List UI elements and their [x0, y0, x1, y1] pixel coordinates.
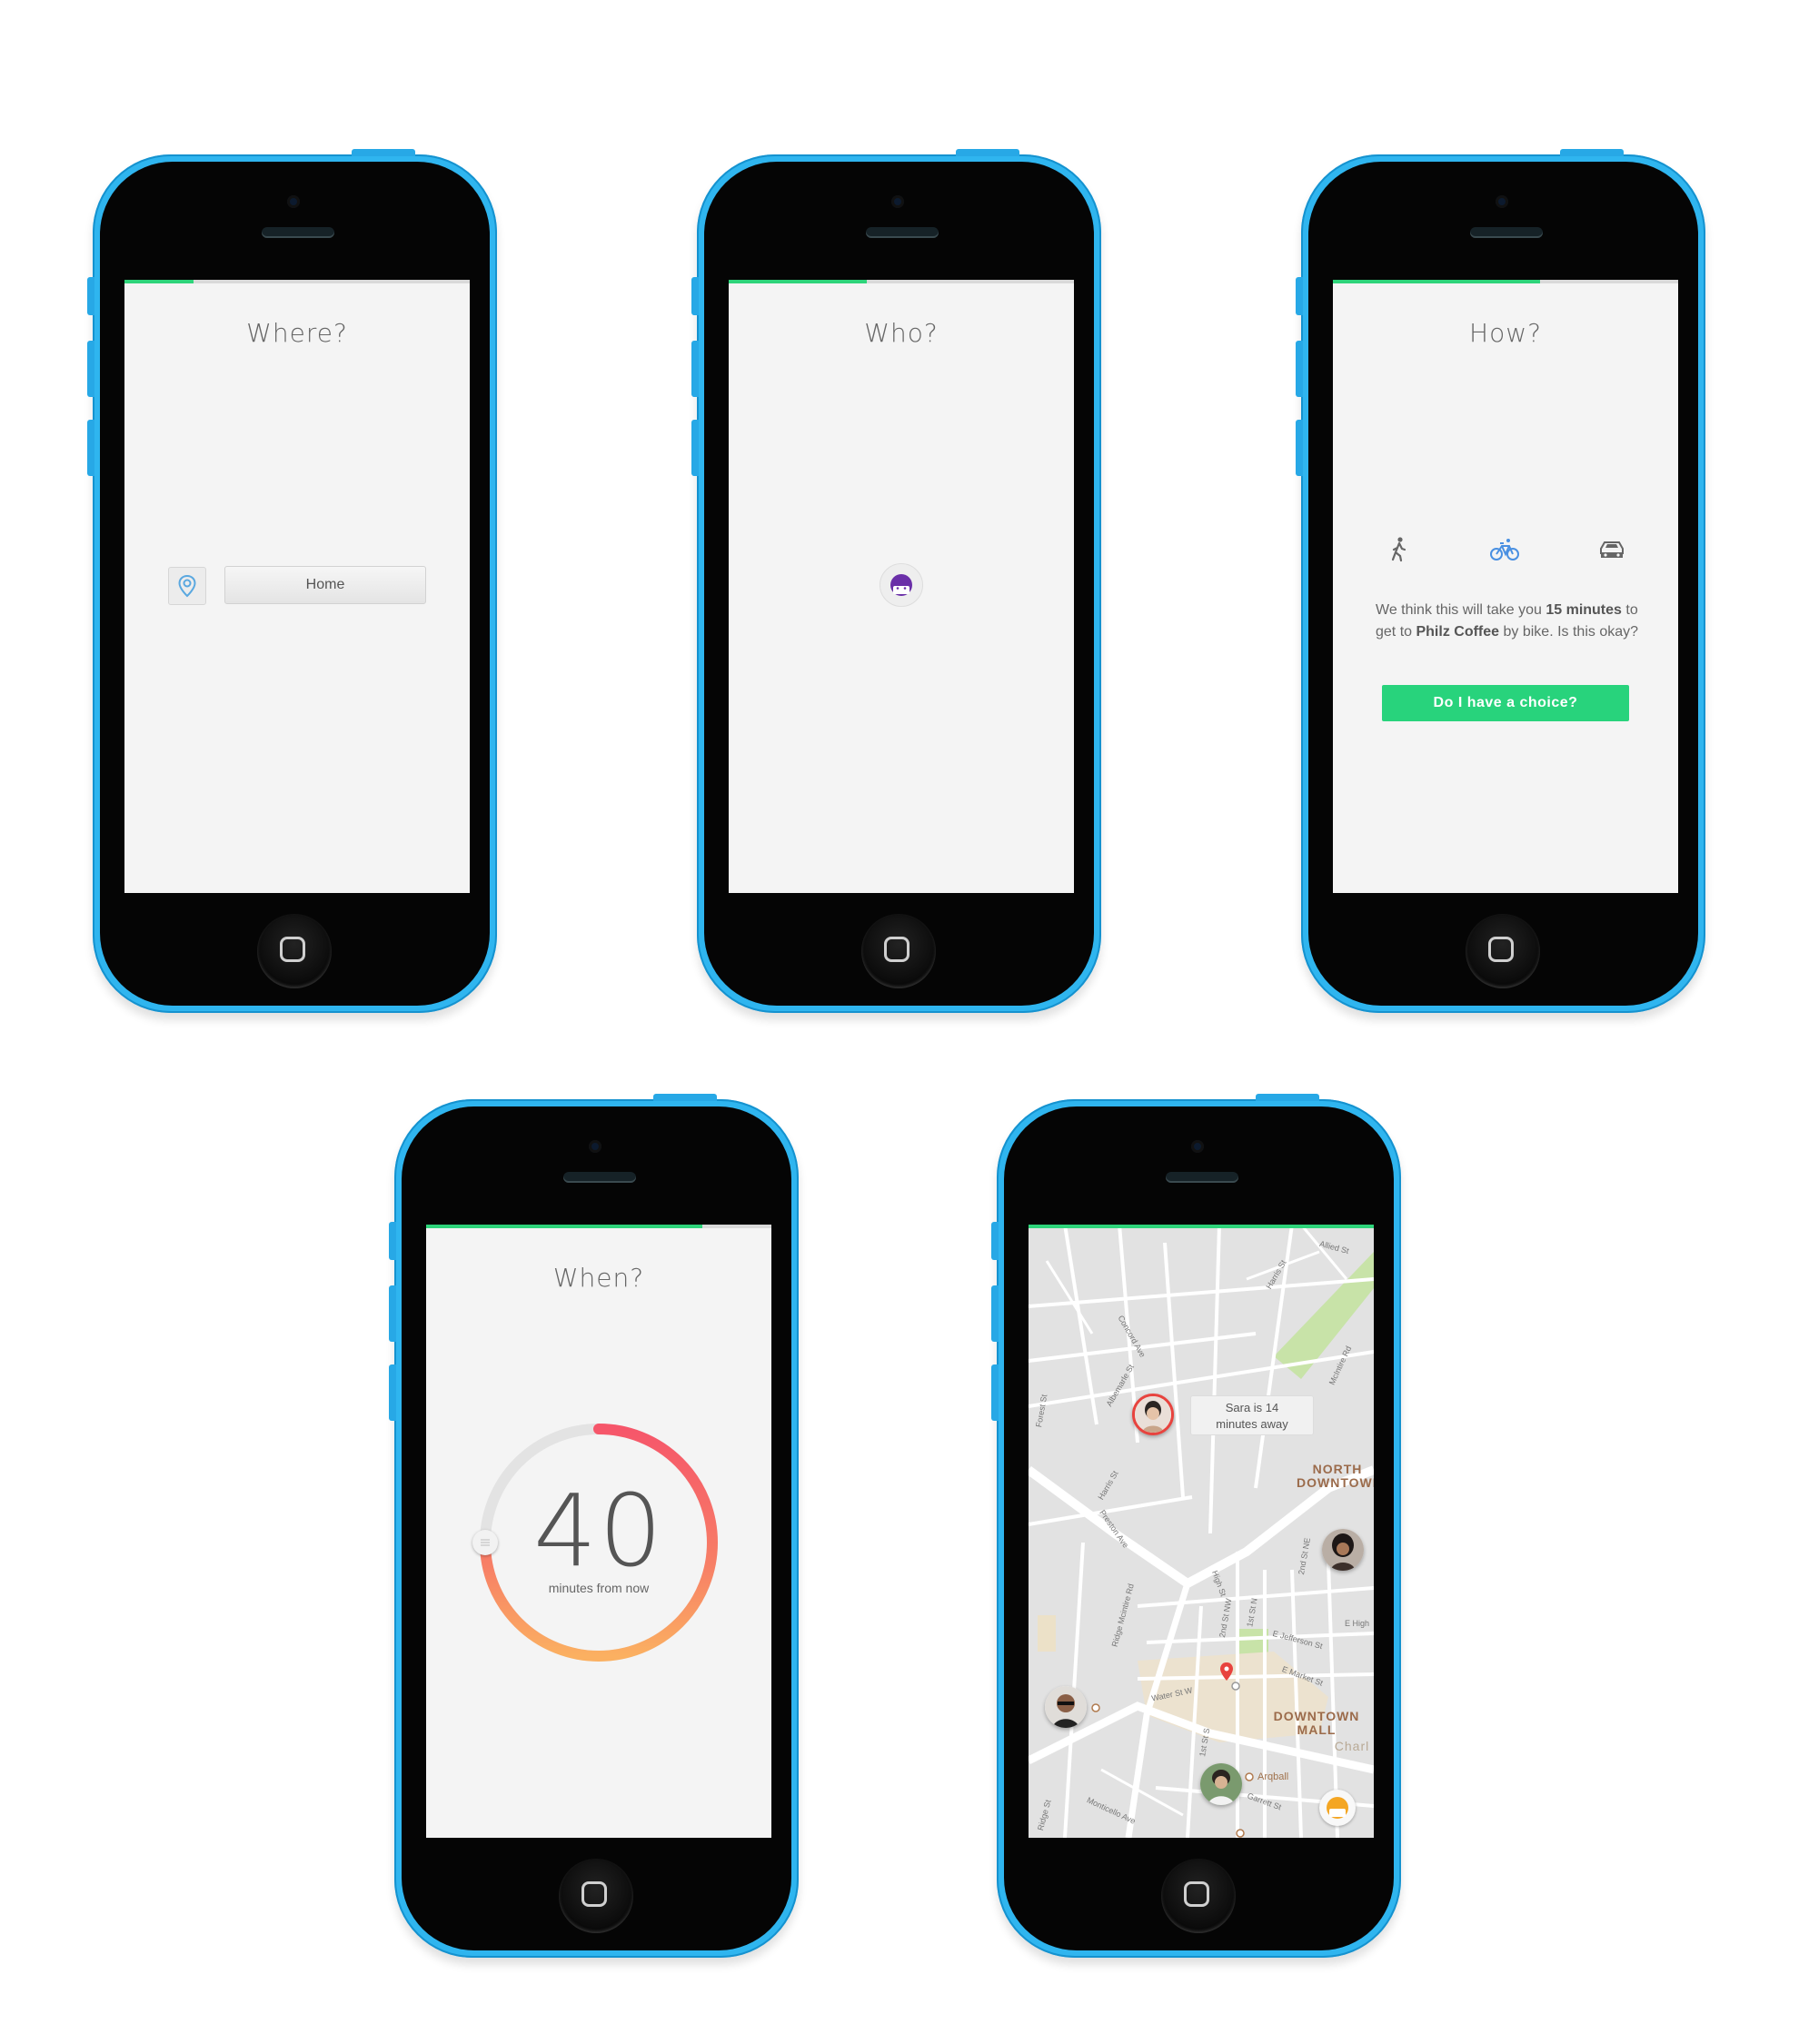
choice-button[interactable]: Do I have a choice?: [1382, 685, 1629, 721]
my-location-button[interactable]: [1319, 1790, 1356, 1826]
progress-bar: [1029, 1225, 1374, 1228]
where-screen: Where? Home: [124, 280, 470, 893]
power-button: [956, 149, 1019, 156]
progress-fill: [1333, 280, 1540, 283]
phone-when: When? 40 minutes from now: [389, 1094, 799, 1958]
home-button[interactable]: [257, 914, 332, 988]
friend-avatar[interactable]: [1322, 1529, 1364, 1571]
power-button: [1560, 149, 1624, 156]
location-pin-icon: [178, 574, 196, 598]
phone-who: Who?: [691, 149, 1101, 1013]
progress-bar: [1333, 280, 1678, 283]
earpiece-speaker: [262, 227, 334, 238]
mute-switch: [87, 277, 94, 315]
home-square-icon: [1488, 937, 1514, 962]
time-dial[interactable]: 40 minutes from now: [467, 1411, 731, 1674]
earpiece-speaker: [866, 227, 939, 238]
home-square-icon: [280, 937, 305, 962]
front-camera: [589, 1140, 601, 1153]
volume-up-button: [87, 341, 94, 397]
area-label-downtown-mall: DOWNTOWN MALL: [1273, 1709, 1360, 1737]
home-button[interactable]: [1466, 914, 1540, 988]
volume-up-button: [1296, 341, 1303, 397]
home-button[interactable]: [559, 1859, 633, 1933]
friend-avatar[interactable]: [1200, 1763, 1242, 1805]
home-square-icon: [884, 937, 909, 962]
who-screen: Who?: [729, 280, 1074, 893]
car-icon: [1600, 541, 1624, 558]
location-field[interactable]: Home: [224, 566, 426, 604]
page-title: Who?: [864, 318, 939, 348]
map-screen[interactable]: Concord Ave Albemarle St Harris St Prest…: [1029, 1225, 1374, 1838]
trip-estimate-text: We think this will take you 15 minutes t…: [1376, 602, 1639, 640]
bike-mode-button[interactable]: [1489, 534, 1520, 565]
how-screen: How? We think this will take you 15 minu…: [1333, 280, 1678, 893]
minutes-value: 40: [533, 1473, 664, 1589]
person-photo-icon: [1322, 1529, 1364, 1571]
when-screen: When? 40 minutes from now: [426, 1225, 771, 1838]
mute-switch: [991, 1222, 999, 1260]
volume-down-button: [691, 420, 699, 476]
home-square-icon: [581, 1881, 607, 1907]
home-button[interactable]: [1161, 1859, 1236, 1933]
progress-fill: [426, 1225, 702, 1228]
volume-down-button: [991, 1364, 999, 1421]
area-label-north-downtown: NORTHDOWNTOWN: [1297, 1462, 1374, 1490]
power-button: [653, 1094, 717, 1101]
volume-down-button: [1296, 420, 1303, 476]
front-camera: [287, 195, 300, 208]
home-button[interactable]: [861, 914, 936, 988]
power-button: [352, 149, 415, 156]
person-photo-icon: [1200, 1763, 1242, 1805]
phone-where: Where? Home: [87, 149, 497, 1013]
user-face-icon: [890, 574, 912, 596]
page-title: When?: [552, 1263, 645, 1293]
volume-up-button: [389, 1285, 396, 1342]
page-title: Where?: [246, 318, 348, 348]
place-label-arqball: Arqball: [1257, 1771, 1289, 1782]
mute-switch: [1296, 277, 1303, 315]
progress-bar: [426, 1225, 771, 1228]
progress-bar: [729, 280, 1074, 283]
front-camera: [1496, 195, 1508, 208]
minutes-caption: minutes from now: [548, 1581, 650, 1595]
mute-switch: [691, 277, 699, 315]
user-face-icon: [1327, 1797, 1348, 1819]
volume-up-button: [691, 341, 699, 397]
contact-picker-button[interactable]: [880, 563, 923, 607]
volume-down-button: [389, 1364, 396, 1421]
progress-fill: [729, 280, 867, 283]
person-photo-icon: [1045, 1686, 1087, 1728]
earpiece-speaker: [1470, 227, 1543, 238]
front-camera: [891, 195, 904, 208]
progress-fill: [1029, 1225, 1374, 1228]
walk-mode-button[interactable]: [1383, 534, 1414, 565]
eta-tooltip: Sara is 14 minutes away: [1190, 1395, 1314, 1435]
earpiece-speaker: [563, 1172, 636, 1183]
location-pin-button[interactable]: [168, 567, 206, 605]
mute-switch: [389, 1222, 396, 1260]
car-mode-button[interactable]: [1596, 534, 1627, 565]
front-camera: [1191, 1140, 1204, 1153]
earpiece-speaker: [1166, 1172, 1238, 1183]
progress-fill: [124, 280, 194, 283]
progress-bar: [124, 280, 470, 283]
bike-icon: [1490, 539, 1519, 561]
friend-avatar[interactable]: [1045, 1686, 1087, 1728]
person-photo-icon: [1135, 1396, 1171, 1433]
power-button: [1256, 1094, 1319, 1101]
volume-up-button: [991, 1285, 999, 1342]
phone-how: How? We think this will take you 15 minu…: [1296, 149, 1705, 1013]
friend-avatar-sara[interactable]: [1132, 1394, 1174, 1435]
volume-down-button: [87, 420, 94, 476]
area-label-partial: Charl: [1334, 1739, 1370, 1753]
walk-icon: [1391, 537, 1406, 562]
phone-map: Concord Ave Albemarle St Harris St Prest…: [991, 1094, 1401, 1958]
street-label: E High: [1345, 1619, 1370, 1628]
home-square-icon: [1184, 1881, 1209, 1907]
page-title: How?: [1469, 318, 1542, 348]
